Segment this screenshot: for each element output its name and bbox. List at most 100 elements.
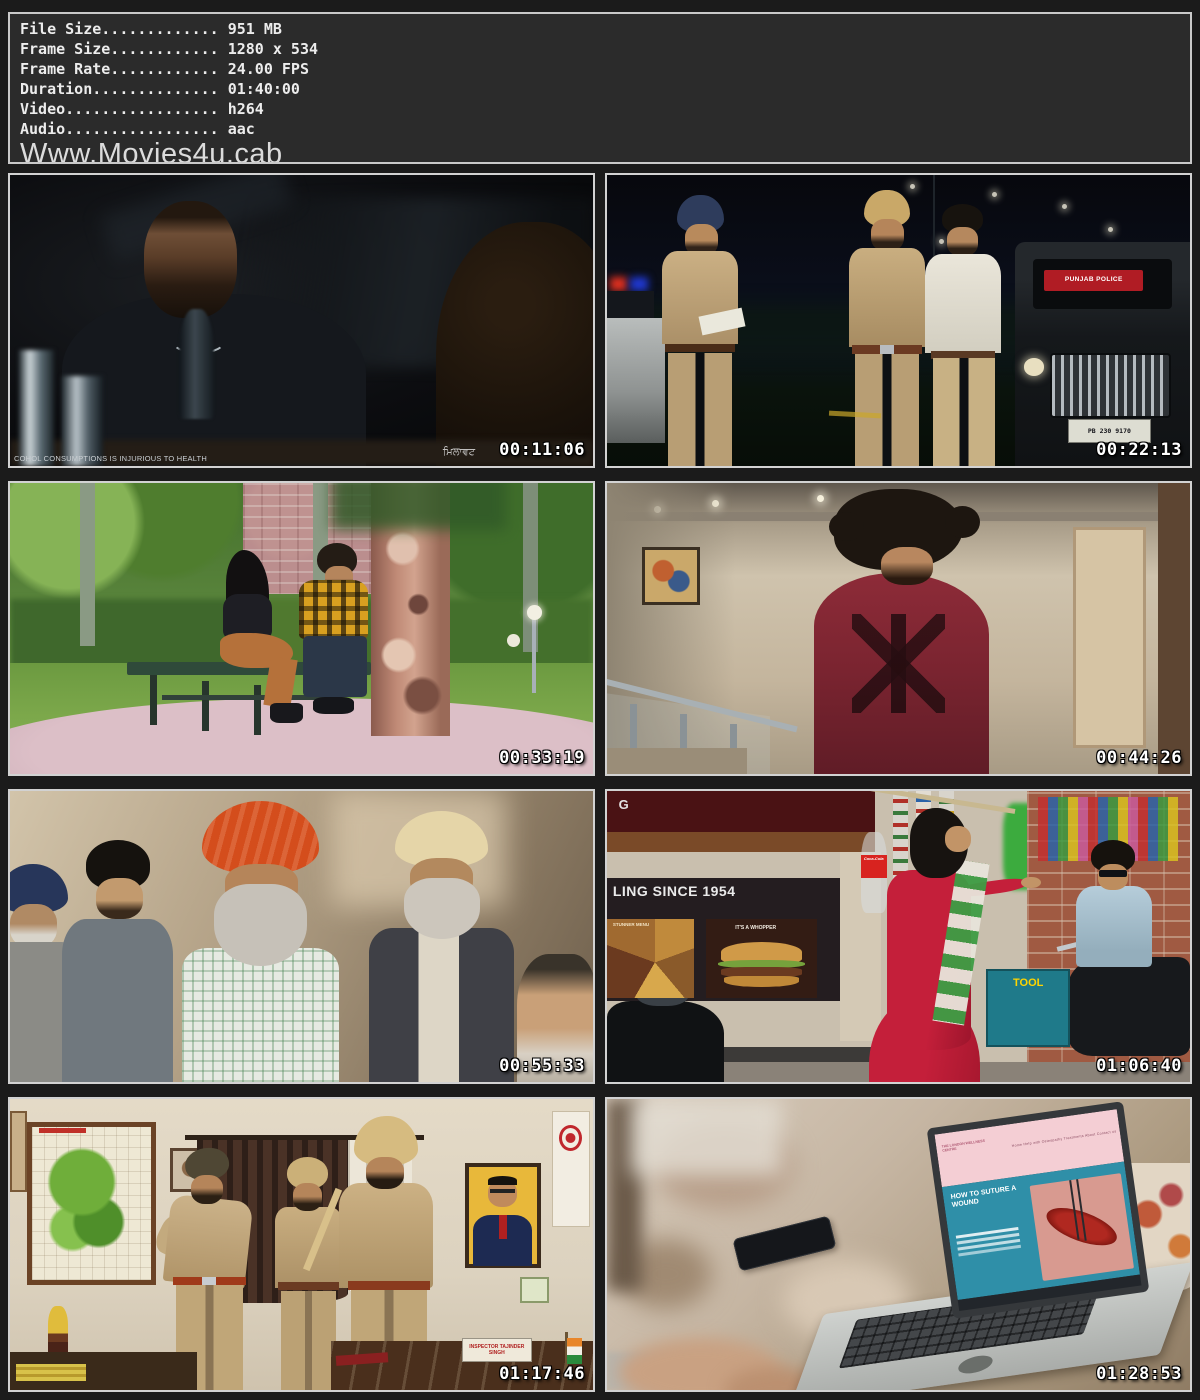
woman-face [945, 826, 971, 852]
policeman-2-legs [855, 354, 919, 466]
motorcycle [1068, 957, 1190, 1056]
inspector-nameplate: INSPECTOR TAJINDER SINGH [462, 1338, 532, 1363]
officer-1-uniform [163, 1194, 253, 1289]
suv-headlight [1024, 358, 1044, 375]
plaid-shirt [299, 580, 368, 638]
timestamp-overlay: 00:22:13 [1096, 440, 1182, 460]
young-man-shirt [62, 919, 173, 1082]
center-man-gray-beard [214, 884, 307, 965]
seated-man-face [144, 201, 237, 317]
gold-trophy [48, 1306, 68, 1353]
young-man-face [96, 878, 143, 919]
police-jeep-front [607, 318, 665, 443]
policeman-1-belt [665, 344, 735, 353]
laptop-screen: THE LONDON WELLNESS CENTRE Home Help wit… [927, 1101, 1150, 1319]
screenshot-7[interactable]: INSPECTOR TAJINDER SINGH 01:17:46 [8, 1097, 595, 1392]
lamp-globe [507, 634, 520, 647]
screenshot-8[interactable]: THE LONDON WELLNESS CENTRE Home Help wit… [605, 1097, 1192, 1392]
woman-boot [270, 703, 303, 723]
screenshot-grid: COHOL CONSUMPTIONS IS INJURIOUS TO HEALT… [8, 173, 1192, 1392]
lamp-globe [527, 605, 542, 620]
civilian-face [947, 227, 978, 256]
bench-legs [150, 675, 158, 724]
hp-logo [956, 1354, 995, 1375]
lamp-pole [532, 611, 537, 692]
wound-gash [1042, 1200, 1121, 1252]
screenshot-6[interactable]: G LING SINCE 1954 STUNNER MENU IT'S A WH… [605, 789, 1192, 1084]
light-patch [630, 1099, 782, 1175]
rider-face [1098, 864, 1128, 890]
palm-trunk [80, 483, 95, 646]
hair-curl [829, 512, 864, 541]
page: File Size............. 951 MB Frame Size… [0, 0, 1200, 1400]
officer-2-belt [278, 1282, 339, 1290]
wood-band [607, 832, 875, 852]
file-size-line: File Size............. 951 MB [20, 19, 1180, 39]
screenshot-5[interactable]: 00:55:33 [8, 789, 595, 1084]
sunglasses [1099, 870, 1127, 877]
officer-2-face [293, 1183, 322, 1211]
wall-art-frame [642, 547, 700, 605]
center-man-checked-shirt [182, 948, 339, 1082]
policeman-1-legs [668, 353, 732, 466]
officer-3-uniform [339, 1183, 432, 1288]
man-jeans [303, 636, 367, 697]
police-beacon-blue [630, 277, 647, 292]
steel-tumbler-2 [62, 376, 103, 466]
parked-motorcycle [607, 1001, 724, 1082]
timestamp-overlay: 00:44:26 [1096, 748, 1182, 768]
brown-door-edge [1158, 483, 1190, 774]
right-man-gray-beard [404, 878, 480, 939]
india-desk-flag [567, 1338, 582, 1364]
street-light [1062, 204, 1067, 209]
policeman-2-uniform [849, 248, 925, 347]
right-man-vest [369, 928, 515, 1082]
burger-poster-text: IT'S A WHOPPER [735, 925, 776, 931]
officer-2-uniform [275, 1207, 342, 1288]
officer-3-face [366, 1157, 404, 1189]
palm-fronds [331, 481, 506, 530]
shop-window-sign: LING SINCE 1954 [613, 884, 835, 898]
edge-photo-frame [10, 1111, 27, 1192]
rider-blue-shirt [1076, 886, 1152, 967]
yellow-folders [16, 1364, 86, 1381]
suv-grille [1050, 353, 1171, 418]
bottle [179, 309, 214, 420]
belt-buckle [880, 345, 894, 354]
police-beacon-red [610, 277, 627, 292]
menu-poster-text: STUNNER MENU [613, 922, 649, 927]
street-light [910, 184, 915, 189]
timestamp-overlay: 01:06:40 [1096, 1056, 1182, 1076]
timestamp-overlay: 00:33:19 [499, 748, 585, 768]
ceiling-light [817, 495, 824, 502]
railing-posts [630, 704, 636, 751]
screenshot-3[interactable]: 00:33:19 [8, 481, 595, 776]
steel-tumbler [19, 350, 54, 466]
cola-label: Coca-Cola [861, 855, 887, 878]
media-info-panel: File Size............. 951 MB Frame Size… [8, 12, 1192, 164]
punjabi-subtitle: ਮਿਲਾਵਟ [443, 447, 475, 458]
portrait-hair [488, 1176, 517, 1185]
officer-1-buckle [202, 1277, 216, 1286]
portrait-glasses [490, 1189, 514, 1192]
punjab-police-banner: PUNJAB POLICE [1044, 270, 1143, 292]
timestamp-overlay: 01:28:53 [1096, 1364, 1182, 1384]
timestamp-overlay: 01:17:46 [499, 1364, 585, 1384]
screenshot-2[interactable]: PUNJAB POLICE PB 230 9170 00:22:13 [605, 173, 1192, 468]
statutory-warning-text: COHOL CONSUMPTIONS IS INJURIOUS TO HEALT… [14, 454, 207, 463]
certificate-frame [520, 1277, 549, 1303]
portrait-red-tie [499, 1215, 507, 1238]
officer-2-legs [281, 1291, 336, 1390]
fascia-letter: G [619, 797, 629, 812]
interior-door [1073, 527, 1146, 748]
frame-size-line: Frame Size............ 1280 x 534 [20, 39, 1180, 59]
union-jack-print [852, 614, 945, 713]
timestamp-overlay: 00:11:06 [499, 440, 585, 460]
screenshot-1[interactable]: COHOL CONSUMPTIONS IS INJURIOUS TO HEALT… [8, 173, 595, 468]
map-title-strip [39, 1128, 86, 1133]
screenshot-4[interactable]: 00:44:26 [605, 481, 1192, 776]
stair-edge [607, 748, 747, 774]
man-shoe [313, 697, 354, 714]
policeman-2-face [871, 219, 904, 251]
timestamp-overlay: 00:55:33 [499, 1056, 585, 1076]
